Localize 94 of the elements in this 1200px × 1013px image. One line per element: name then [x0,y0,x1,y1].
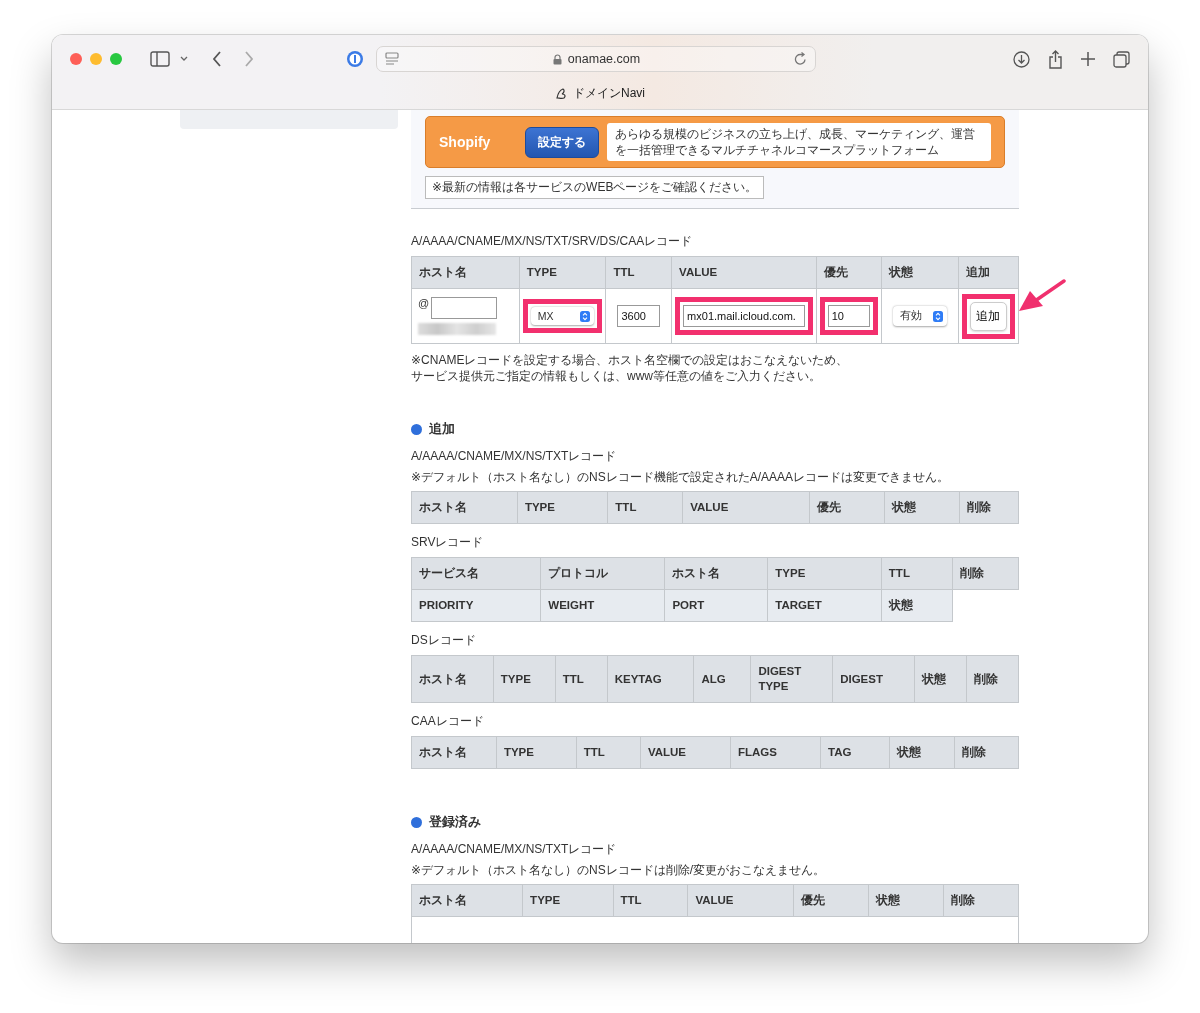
service-name: Shopify [439,134,492,150]
host-input[interactable] [431,297,498,319]
sidebar-icon[interactable] [150,51,170,67]
column-header: TTL [555,655,608,703]
column-header: ALG [693,655,751,703]
plus-icon[interactable] [1081,52,1095,66]
chevron-down-icon[interactable] [180,56,188,62]
at-sign: @ [418,297,430,309]
service-description: あらゆる規模のビジネスの立ち上げ、成長、マーケティング、運営を一括管理できるマルチチャネルコマースプラットフォーム [607,123,991,161]
column-header: DIGEST [832,655,915,703]
section-heading: 追加 [429,420,455,438]
url-text: onamae.com [567,52,641,66]
note-text: サービス提供元ご指定の情報もしくは、www等任意の値をご入力ください。 [411,368,822,384]
lock-icon [552,53,562,65]
table-title: SRVレコード [411,534,485,551]
select-field[interactable]: MX [530,307,595,325]
column-header: PRIORITY [411,589,541,622]
column-header: VALUE [640,736,731,769]
section-heading: 登録済み [429,813,481,831]
reload-icon[interactable] [794,52,807,66]
column-header: TYPE [767,557,882,590]
column-header: ホスト名 [411,884,523,917]
text-input[interactable]: 3600 [617,305,661,327]
notice-text: ※最新の情報は各サービスのWEBページをご確認ください。 [425,176,765,199]
column-header: TTL [607,491,683,524]
column-header: TYPE [493,655,556,703]
table-title: A/AAAA/CNAME/MX/NS/TXTレコード [411,841,618,858]
forward-icon[interactable] [244,51,254,67]
column-header: TYPE [517,491,608,524]
select-field[interactable]: 有効 [893,306,947,326]
column-header: 削除 [954,736,1019,769]
column-header: TAG [820,736,890,769]
column-header: ホスト名 [411,491,518,524]
column-header: PORT [664,589,768,622]
column-header: TYPE [496,736,577,769]
column-header: 追加 [958,256,1019,289]
column-header: 状態 [881,589,953,622]
add-button[interactable]: 追加 [969,301,1007,331]
table-title: DSレコード [411,632,477,649]
password-manager-icon[interactable] [346,50,364,68]
column-header: 削除 [959,491,1019,524]
note-text: ※デフォルト（ホスト名なし）のNSレコード機能で設定されたA/AAAAレコードは変更できません。 [411,469,951,486]
column-header: VALUE [682,491,810,524]
note-text: ※デフォルト（ホスト名なし）のNSレコードは削除/変更がおこなえません。 [411,862,827,879]
column-header: TTL [613,884,688,917]
favicon-icon [555,87,568,100]
column-header: 優先 [816,256,882,289]
share-icon[interactable] [1048,49,1063,69]
table-title: CAAレコード [411,713,485,730]
column-header: 状態 [889,736,955,769]
column-header: WEIGHT [540,589,665,622]
column-header: 状態 [884,491,960,524]
column-header: 優先 [809,491,885,524]
bullet-dot [411,423,422,435]
bullet-dot [411,816,422,828]
column-header: TTL [576,736,641,769]
setup-button[interactable]: 設定する [525,126,599,158]
column-header: 削除 [943,884,1019,917]
column-header: 状態 [868,884,944,917]
column-header: TYPE [519,256,606,289]
back-icon[interactable] [212,51,222,67]
stepper-icon [580,310,591,322]
address-bar[interactable]: onamae.com [376,46,816,72]
column-header: ホスト名 [411,736,497,769]
column-header: ホスト名 [411,256,520,289]
column-header: TYPE [522,884,613,917]
column-header: 状態 [914,655,967,703]
table-title: A/AAAA/CNAME/MX/NS/TXTレコード [411,448,618,465]
column-header: ホスト名 [411,655,494,703]
column-header: VALUE [671,256,817,289]
column-header: 状態 [881,256,959,289]
text-input[interactable]: 10 [827,305,871,327]
column-header: KEYTAG [607,655,694,703]
column-header: FLAGS [730,736,821,769]
annotation-arrow [1017,279,1067,313]
column-header: 削除 [952,557,1019,590]
column-header: 優先 [793,884,869,917]
column-header: TTL [605,256,672,289]
column-header: ホスト名 [664,557,768,590]
note-text: ※CNAMEレコードを設定する場合、ホスト名空欄での設定はおこなえないため、 [411,352,850,368]
column-header: プロトコル [540,557,665,590]
column-header: DIGEST TYPE [750,655,833,703]
text-input[interactable]: mx01.mail.icloud.com. [683,305,805,327]
tabs-overview-icon[interactable] [1113,50,1130,68]
download-icon[interactable] [1013,50,1030,68]
column-header: VALUE [687,884,794,917]
column-header: TTL [881,557,953,590]
column-header: TARGET [767,589,882,622]
browser-tab[interactable]: ドメインNavi [549,83,651,104]
stepper-icon [932,310,943,322]
column-header: サービス名 [411,557,541,590]
column-header: 削除 [966,655,1019,703]
table-title: A/AAAA/CNAME/MX/NS/TXT/SRV/DS/CAAレコード [411,233,694,250]
close-button[interactable] [70,53,82,65]
